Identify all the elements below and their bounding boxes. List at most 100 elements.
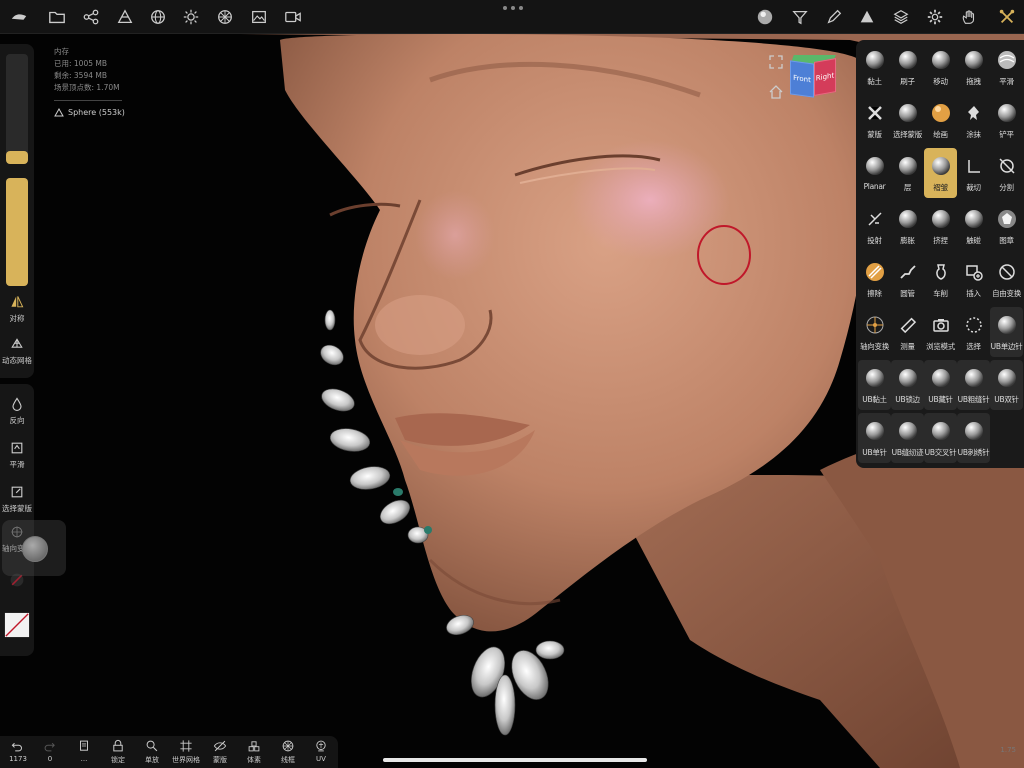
expand-icon[interactable] xyxy=(768,54,784,70)
brush-tube-brush[interactable]: 圆管 xyxy=(891,254,924,304)
brush-label: 插入 xyxy=(966,289,981,298)
filter-icon[interactable] xyxy=(787,4,813,30)
brush-ub-brush[interactable]: UB锁边 xyxy=(891,360,924,410)
brush-ub-brush[interactable]: UB藏针 xyxy=(924,360,957,410)
brush-label: 浏览模式 xyxy=(926,342,955,351)
brush-gizmo-brush[interactable]: 轴向变换 xyxy=(858,307,891,357)
layers-icon[interactable] xyxy=(888,4,914,30)
view-cube[interactable]: Front Right xyxy=(788,54,840,98)
brush-clay-brush[interactable]: 黏土 xyxy=(858,42,891,92)
brush-stamp-brush[interactable]: 图章 xyxy=(990,201,1023,251)
sun-icon[interactable] xyxy=(178,4,204,30)
bottom-redo-button[interactable]: 0 xyxy=(34,739,66,763)
brush-split-brush[interactable]: 分割 xyxy=(990,148,1023,198)
brush-ub-brush[interactable]: UB黏土 xyxy=(858,360,891,410)
brush-ub-brush[interactable]: UB单边针 xyxy=(990,307,1023,357)
brush-ub-brush[interactable]: UB单针 xyxy=(858,413,891,463)
brush-pinch-brush[interactable]: 挤捏 xyxy=(924,201,957,251)
triangle-icon[interactable] xyxy=(854,4,880,30)
brush-ub-brush[interactable]: UB双针 xyxy=(990,360,1023,410)
hand-icon[interactable] xyxy=(956,4,982,30)
brush-trim-brush[interactable]: 裁切 xyxy=(957,148,990,198)
nomad-logo-icon[interactable] xyxy=(6,4,32,30)
cube-front-face[interactable]: Front xyxy=(790,60,814,98)
brush-insert-brush[interactable]: 插入 xyxy=(957,254,990,304)
brush-planar-brush[interactable]: Planar xyxy=(858,148,891,198)
dynamic-mesh-toggle[interactable]: 动态网格 xyxy=(0,336,34,366)
layer-brush-icon xyxy=(896,154,920,178)
brush-mask-brush[interactable]: 蒙版 xyxy=(858,95,891,145)
brush-move-brush[interactable]: 移动 xyxy=(924,42,957,92)
brush-flatten-brush[interactable]: 铲平 xyxy=(990,95,1023,145)
brush-radius-fill xyxy=(6,150,28,164)
brush-paint-brush[interactable]: 绘画 xyxy=(924,95,957,145)
select-mask-toggle[interactable]: 选择蒙版 xyxy=(0,484,34,514)
ub-brush-icon xyxy=(962,419,986,443)
bottom-undo-button[interactable]: 1173 xyxy=(2,739,34,763)
memory-remaining: 剩余: 3594 MB xyxy=(54,71,107,80)
radius-knob[interactable] xyxy=(22,536,48,562)
image-icon[interactable] xyxy=(246,4,272,30)
material-ball-icon[interactable] xyxy=(212,4,238,30)
globe-icon[interactable] xyxy=(145,4,171,30)
brush-delete-brush[interactable]: 擦除 xyxy=(858,254,891,304)
bottom-grid-button[interactable]: 世界网格 xyxy=(170,739,202,765)
brush-layer-brush[interactable]: 层 xyxy=(891,148,924,198)
brush-lathe-brush[interactable]: 车削 xyxy=(924,254,957,304)
pinch-brush-icon xyxy=(929,207,953,231)
gear-icon[interactable] xyxy=(922,4,948,30)
folder-icon[interactable] xyxy=(44,4,70,30)
brush-ub-brush[interactable]: UB刺绣针 xyxy=(957,413,990,463)
brush-ruler-brush[interactable]: 测量 xyxy=(891,307,924,357)
brush-project-brush[interactable]: 投射 xyxy=(858,201,891,251)
smooth-toggle[interactable]: 平滑 xyxy=(0,440,34,470)
dynamic-mesh-icon xyxy=(11,338,23,348)
brush-brush[interactable]: 刷子 xyxy=(891,42,924,92)
brush-crease-brush[interactable]: 褶皱 xyxy=(924,148,957,198)
bottom-voxel-button[interactable]: 体素 xyxy=(238,739,270,765)
symmetry-toggle[interactable]: 对称 xyxy=(0,294,34,324)
memory-used: 已用: 1005 MB xyxy=(54,59,107,68)
bottom-uv-button[interactable]: UV xyxy=(305,739,337,763)
invert-toggle[interactable]: 反向 xyxy=(0,396,34,426)
brush-transform-brush[interactable]: 自由变换 xyxy=(990,254,1023,304)
brush-smooth-brush[interactable]: 平滑 xyxy=(990,42,1023,92)
bottom-button-label: 锁定 xyxy=(111,756,125,764)
brush-inflate-brush[interactable]: 膨胀 xyxy=(891,201,924,251)
brush-select-mask-brush[interactable]: 选择蒙版 xyxy=(891,95,924,145)
brush-radius-slider[interactable] xyxy=(6,54,28,164)
bottom-zoom-button[interactable]: 单放 xyxy=(136,739,168,765)
bottom-button-label: 世界网格 xyxy=(172,756,200,764)
left-sidebar: 对称 动态网格 xyxy=(0,44,34,378)
bottom-button-label: 单放 xyxy=(145,756,159,764)
brush-smudge-brush[interactable]: 涂抹 xyxy=(957,95,990,145)
home-icon[interactable] xyxy=(768,84,784,100)
brush-intensity-slider[interactable] xyxy=(6,178,28,286)
bottom-wireframe-button[interactable]: 线框 xyxy=(272,739,304,765)
ruler-brush-icon xyxy=(896,313,920,337)
more-dots-icon[interactable] xyxy=(503,6,523,12)
brush-drag-brush[interactable]: 拖拽 xyxy=(957,42,990,92)
bottom-eye-off-button[interactable]: 蒙版 xyxy=(204,739,236,765)
brush-ub-brush[interactable]: UB粗缝针 xyxy=(957,360,990,410)
pen-icon[interactable] xyxy=(821,4,847,30)
video-icon[interactable] xyxy=(280,4,306,30)
brush-ub-brush[interactable]: UB缝纫迹 xyxy=(891,413,924,463)
cube-right-face[interactable]: Right xyxy=(814,58,836,96)
brush-intensity-fill xyxy=(6,178,28,286)
brush-twist-brush[interactable]: 触碰 xyxy=(957,201,990,251)
bottom-book-button[interactable]: ... xyxy=(68,739,100,763)
brush-camera-brush[interactable]: 浏览模式 xyxy=(924,307,957,357)
brush-label: 移动 xyxy=(933,77,948,86)
scene-graph-icon[interactable] xyxy=(78,4,104,30)
brush-label: UB缝纫迹 xyxy=(891,448,924,457)
material-preview-icon[interactable] xyxy=(752,4,778,30)
tools-icon[interactable] xyxy=(994,4,1020,30)
brush-ub-brush[interactable]: UB交叉针 xyxy=(924,413,957,463)
brush-label: 蒙版 xyxy=(867,130,882,139)
bottom-lock-button[interactable]: 锁定 xyxy=(102,739,134,765)
material-swatch[interactable] xyxy=(0,612,34,638)
mesh-row[interactable]: Sphere (553k) xyxy=(54,107,125,119)
brush-select-brush[interactable]: 选择 xyxy=(957,307,990,357)
mesh-tool-icon[interactable] xyxy=(112,4,138,30)
